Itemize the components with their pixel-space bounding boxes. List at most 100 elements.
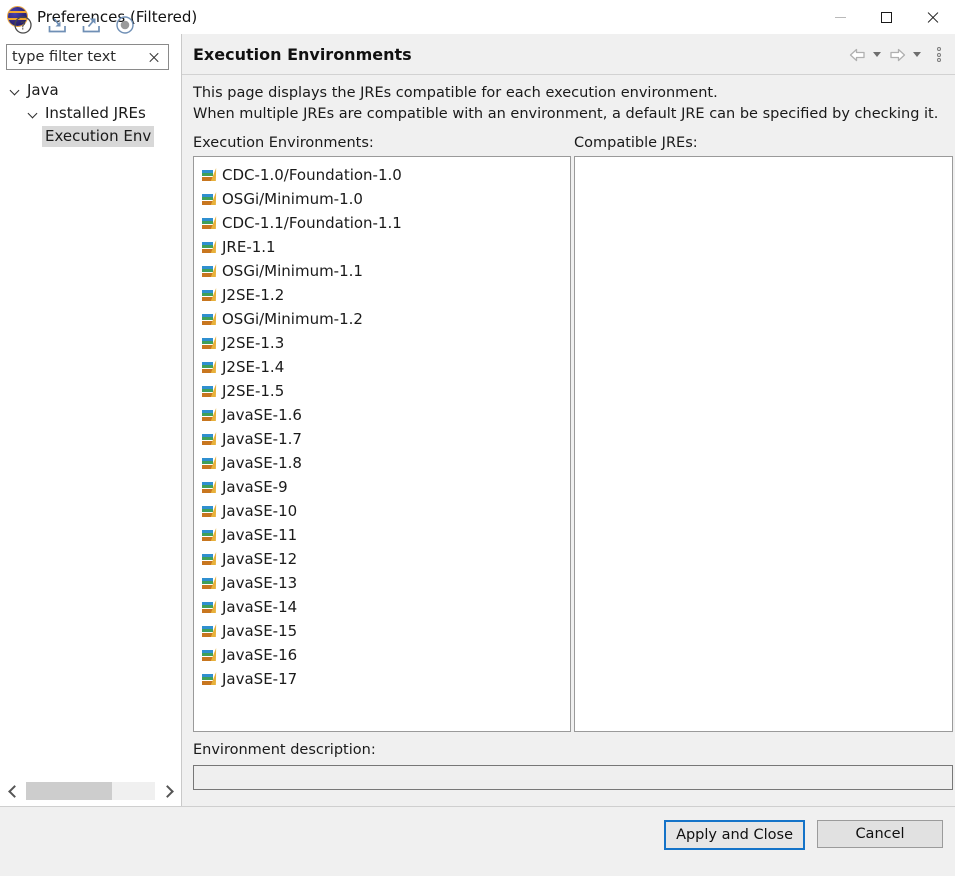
- execution-environment-icon: [202, 407, 219, 423]
- list-item-label: JavaSE-1.8: [222, 454, 302, 472]
- execution-environment-icon: [202, 167, 219, 183]
- tree-item-label: Java: [27, 81, 59, 99]
- cancel-button[interactable]: Cancel: [817, 820, 943, 848]
- execution-environment-icon: [202, 671, 219, 687]
- title-bar: Preferences (Filtered): [0, 0, 955, 34]
- list-item-label: OSGi/Minimum-1.0: [222, 190, 363, 208]
- list-item-label: CDC-1.0/Foundation-1.0: [222, 166, 402, 184]
- list-item-label: J2SE-1.5: [222, 382, 285, 400]
- preferences-dialog: Preferences (Filtered) type filter text …: [0, 0, 955, 876]
- list-item[interactable]: JavaSE-1.8: [194, 451, 570, 475]
- list-item[interactable]: OSGi/Minimum-1.2: [194, 307, 570, 331]
- footer-icon-bar: ?: [12, 14, 136, 36]
- environment-description-label: Environment description:: [193, 742, 376, 758]
- list-item[interactable]: JavaSE-12: [194, 547, 570, 571]
- list-item[interactable]: JavaSE-17: [194, 667, 570, 691]
- svg-text:?: ?: [20, 20, 26, 33]
- list-item[interactable]: JavaSE-16: [194, 643, 570, 667]
- maximize-button[interactable]: [863, 0, 909, 34]
- list-item[interactable]: CDC-1.1/Foundation-1.1: [194, 211, 570, 235]
- execution-environment-icon: [202, 215, 219, 231]
- execution-environment-icon: [202, 527, 219, 543]
- maximize-icon: [880, 11, 892, 23]
- environments-label: Execution Environments:: [193, 135, 374, 151]
- execution-environment-icon: [202, 263, 219, 279]
- compatible-jres-list[interactable]: [574, 156, 953, 732]
- tree-item-label: Installed JREs: [45, 104, 146, 122]
- list-item-label: JavaSE-1.7: [222, 430, 302, 448]
- list-item[interactable]: JavaSE-13: [194, 571, 570, 595]
- chevron-left-icon: [9, 787, 17, 795]
- scroll-right-button[interactable]: [155, 778, 181, 804]
- list-item[interactable]: JavaSE-15: [194, 619, 570, 643]
- execution-environments-list[interactable]: CDC-1.0/Foundation-1.0 OSGi/Minimum-1.0 CD…: [193, 156, 571, 732]
- execution-environment-icon: [202, 287, 219, 303]
- chevron-down-icon[interactable]: [6, 87, 24, 95]
- list-item[interactable]: JavaSE-1.6: [194, 403, 570, 427]
- export-icon[interactable]: [80, 14, 102, 36]
- list-item[interactable]: OSGi/Minimum-1.1: [194, 259, 570, 283]
- tree-item-installed-jres[interactable]: Installed JREs: [0, 102, 181, 125]
- scroll-left-button[interactable]: [0, 778, 26, 804]
- help-icon[interactable]: ?: [12, 14, 34, 36]
- vertical-dots-icon[interactable]: [931, 45, 947, 65]
- execution-environment-icon: [202, 503, 219, 519]
- execution-environment-icon: [202, 599, 219, 615]
- clear-icon[interactable]: [142, 45, 164, 69]
- sidebar-horizontal-scrollbar[interactable]: [0, 776, 181, 806]
- list-item-label: JRE-1.1: [222, 238, 276, 256]
- list-item-label: JavaSE-10: [222, 502, 298, 520]
- description-line-1: This page displays the JREs compatible f…: [193, 85, 718, 101]
- execution-environment-icon: [202, 239, 219, 255]
- window-controls: [817, 0, 955, 34]
- execution-environment-icon: [202, 335, 219, 351]
- import-icon[interactable]: [46, 14, 68, 36]
- page-description: This page displays the JREs compatible f…: [193, 83, 943, 125]
- preferences-tree: Java Installed JREs Execution Env: [0, 79, 181, 148]
- list-item[interactable]: JavaSE-14: [194, 595, 570, 619]
- list-item[interactable]: J2SE-1.2: [194, 283, 570, 307]
- restore-defaults-icon[interactable]: [114, 14, 136, 36]
- list-item[interactable]: JRE-1.1: [194, 235, 570, 259]
- list-item-label: OSGi/Minimum-1.1: [222, 262, 363, 280]
- close-icon: [926, 11, 939, 24]
- list-item[interactable]: JavaSE-11: [194, 523, 570, 547]
- execution-environment-icon: [202, 431, 219, 447]
- execution-environment-icon: [202, 551, 219, 567]
- arrow-right-icon[interactable]: [887, 45, 907, 65]
- list-item[interactable]: J2SE-1.3: [194, 331, 570, 355]
- search-input[interactable]: [7, 46, 142, 68]
- environment-description-field[interactable]: [193, 765, 953, 790]
- tree-item-java[interactable]: Java: [0, 79, 181, 102]
- scrollbar-thumb[interactable]: [26, 782, 112, 800]
- back-history-chevron-down-icon[interactable]: [869, 46, 885, 64]
- apply-and-close-button[interactable]: Apply and Close: [664, 820, 805, 850]
- execution-environment-icon: [202, 311, 219, 327]
- close-button[interactable]: [909, 0, 955, 34]
- execution-environment-icon: [202, 455, 219, 471]
- list-item[interactable]: J2SE-1.5: [194, 379, 570, 403]
- forward-history-chevron-down-icon[interactable]: [909, 46, 925, 64]
- minimize-button[interactable]: [817, 0, 863, 34]
- tree-item-execution-environments[interactable]: Execution Env: [0, 125, 181, 148]
- execution-environment-icon: [202, 383, 219, 399]
- list-item[interactable]: JavaSE-10: [194, 499, 570, 523]
- list-item[interactable]: JavaSE-9: [194, 475, 570, 499]
- compatible-jres-label: Compatible JREs:: [574, 135, 698, 151]
- list-item-label: JavaSE-1.6: [222, 406, 302, 424]
- list-item[interactable]: CDC-1.0/Foundation-1.0: [194, 163, 570, 187]
- content-panel: Execution Environments This page display…: [181, 34, 955, 806]
- list-item[interactable]: OSGi/Minimum-1.0: [194, 187, 570, 211]
- chevron-down-icon[interactable]: [24, 110, 42, 118]
- scrollbar-track[interactable]: [26, 782, 155, 800]
- list-item-label: JavaSE-12: [222, 550, 298, 568]
- list-item-label: CDC-1.1/Foundation-1.1: [222, 214, 402, 232]
- page-header: Execution Environments: [182, 34, 955, 75]
- page-header-toolbar: [847, 34, 947, 75]
- filter-field-wrapper[interactable]: [6, 44, 169, 70]
- list-item[interactable]: J2SE-1.4: [194, 355, 570, 379]
- chevron-right-icon: [164, 787, 172, 795]
- list-item-label: JavaSE-11: [222, 526, 298, 544]
- arrow-left-icon[interactable]: [847, 45, 867, 65]
- list-item[interactable]: JavaSE-1.7: [194, 427, 570, 451]
